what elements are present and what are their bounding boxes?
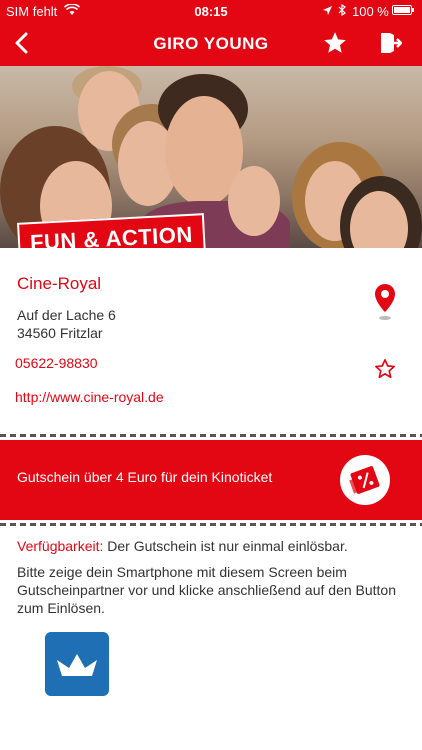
availability-label: Verfügbarkeit:: [17, 538, 104, 554]
website-link[interactable]: http://www.cine-royal.de: [15, 389, 164, 405]
hero-image: FUN & ACTION: [0, 66, 422, 248]
battery-icon: [392, 5, 414, 15]
crown-icon: [57, 654, 97, 676]
page-title: GIRO YOUNG: [153, 34, 269, 53]
coupon-icon-container: [340, 455, 390, 505]
favorite-nav-button[interactable]: [322, 30, 348, 56]
exit-icon: [381, 33, 403, 53]
bluetooth-icon: [338, 3, 346, 19]
battery-percentage: 100 %: [352, 4, 389, 19]
star-icon: [324, 32, 346, 53]
coupon-banner: Gutschein über 4 Euro für dein Kinoticke…: [0, 434, 422, 526]
ticket-percent-icon: [349, 466, 380, 494]
star-outline-icon: [375, 359, 395, 379]
status-bar: SIM fehlt 08:15 100 %: [0, 0, 422, 22]
availability-info: Verfügbarkeit: Der Gutschein ist nur ein…: [17, 538, 407, 554]
instructions-text: Bitte zeige dein Smartphone mit diesem S…: [17, 564, 397, 616]
navigation-bar: GIRO YOUNG: [0, 22, 422, 66]
exit-button[interactable]: [378, 30, 403, 56]
coupon-text: Gutschein über 4 Euro für dein Kinoticke…: [17, 469, 273, 485]
redeem-button[interactable]: [45, 632, 109, 696]
location-arrow-icon: [322, 4, 333, 19]
phone-link[interactable]: 05622-98830: [15, 355, 98, 371]
favorite-button[interactable]: [374, 358, 396, 380]
address-street: Auf der Lache 6: [17, 307, 116, 323]
map-pin-icon: [375, 284, 395, 320]
partner-name: Cine-Royal: [17, 274, 102, 293]
availability-value: Der Gutschein ist nur einmal einlösbar.: [107, 538, 348, 554]
map-pin-button[interactable]: [372, 282, 398, 322]
address-city: 34560 Fritzlar: [17, 325, 103, 341]
